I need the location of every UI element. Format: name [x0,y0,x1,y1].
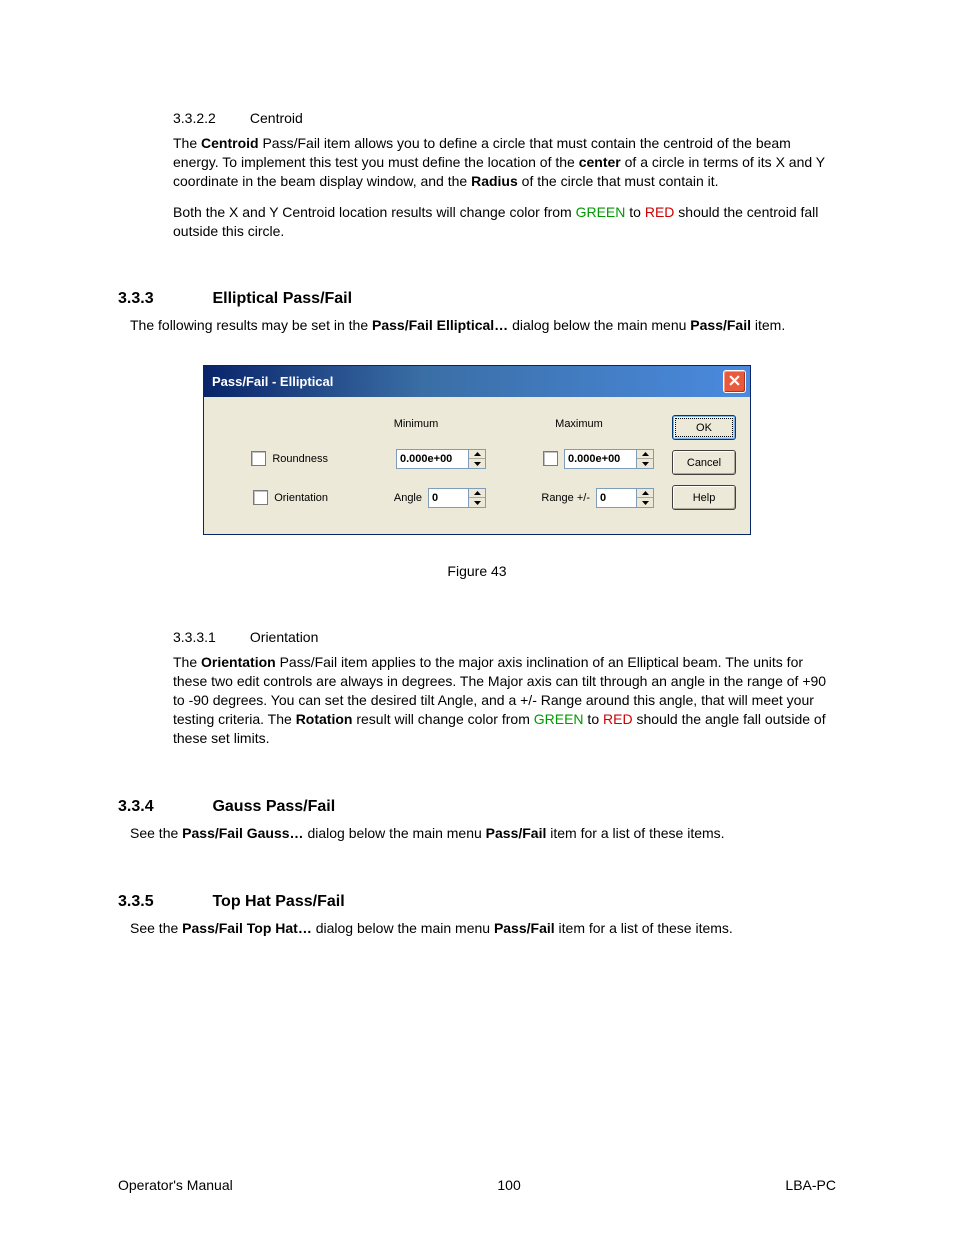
help-button[interactable]: Help [672,485,736,510]
column-header-maximum: Maximum [504,418,654,430]
paragraph: See the Pass/Fail Gauss… dialog below th… [130,824,836,843]
paragraph: The Orientation Pass/Fail item applies t… [173,653,836,747]
green-text: GREEN [534,711,584,727]
roundness-checkbox[interactable] [251,451,266,466]
heading-centroid: 3.3.2.2 Centroid [173,110,836,126]
section-number: 3.3.3.1 [173,629,246,645]
ok-button[interactable]: OK [672,415,736,440]
footer-right: LBA-PC [785,1177,836,1193]
orientation-range-field[interactable] [596,488,654,508]
footer-left: Operator's Manual [118,1177,233,1193]
close-button[interactable] [723,370,746,393]
section-title: Centroid [250,110,303,126]
dialog-passfail-elliptical: Pass/Fail - Elliptical Minimum Maximum [203,365,751,535]
roundness-label: Roundness [272,453,328,465]
roundness-max-input[interactable] [564,449,636,469]
heading-tophat: 3.3.5 Top Hat Pass/Fail [118,893,836,911]
orientation-angle-input[interactable] [428,488,468,508]
roundness-min-input[interactable] [396,449,468,469]
range-label: Range +/- [541,492,590,504]
roundness-max-checkbox[interactable] [543,451,558,466]
spin-down-icon[interactable] [469,498,485,507]
section-title: Orientation [250,629,318,645]
page-footer: Operator's Manual 100 LBA-PC [118,1177,836,1193]
section-number: 3.3.3 [118,290,208,308]
paragraph: The following results may be set in the … [130,316,836,335]
paragraph: Both the X and Y Centroid location resul… [173,203,836,241]
red-text: RED [603,711,633,727]
spin-up-icon[interactable] [469,450,485,460]
dialog-title: Pass/Fail - Elliptical [212,374,333,389]
footer-pagenum: 100 [497,1177,520,1193]
orientation-checkbox[interactable] [253,490,268,505]
paragraph: The Centroid Pass/Fail item allows you t… [173,134,836,191]
roundness-max-field[interactable] [564,449,654,469]
heading-elliptical: 3.3.3 Elliptical Pass/Fail [118,290,836,308]
spin-up-icon[interactable] [469,489,485,499]
close-icon [729,374,740,389]
spin-down-icon[interactable] [637,459,653,468]
section-title: Top Hat Pass/Fail [212,893,344,910]
section-title: Elliptical Pass/Fail [212,290,352,307]
section-number: 3.3.4 [118,798,208,816]
section-title: Gauss Pass/Fail [212,798,335,815]
red-text: RED [645,204,675,220]
paragraph: See the Pass/Fail Top Hat… dialog below … [130,919,836,938]
heading-gauss: 3.3.4 Gauss Pass/Fail [118,798,836,816]
spin-up-icon[interactable] [637,450,653,460]
cancel-button[interactable]: Cancel [672,450,736,475]
orientation-angle-field[interactable] [428,488,486,508]
roundness-min-field[interactable] [396,449,486,469]
spin-up-icon[interactable] [637,489,653,499]
column-header-minimum: Minimum [346,418,486,430]
section-number: 3.3.2.2 [173,110,246,126]
orientation-range-input[interactable] [596,488,636,508]
section-number: 3.3.5 [118,893,208,911]
heading-orientation: 3.3.3.1 Orientation [173,629,836,645]
orientation-label: Orientation [274,492,328,504]
spin-down-icon[interactable] [637,498,653,507]
angle-label: Angle [394,492,422,504]
figure-caption: Figure 43 [118,563,836,579]
spin-down-icon[interactable] [469,459,485,468]
green-text: GREEN [576,204,626,220]
dialog-titlebar[interactable]: Pass/Fail - Elliptical [204,366,750,397]
